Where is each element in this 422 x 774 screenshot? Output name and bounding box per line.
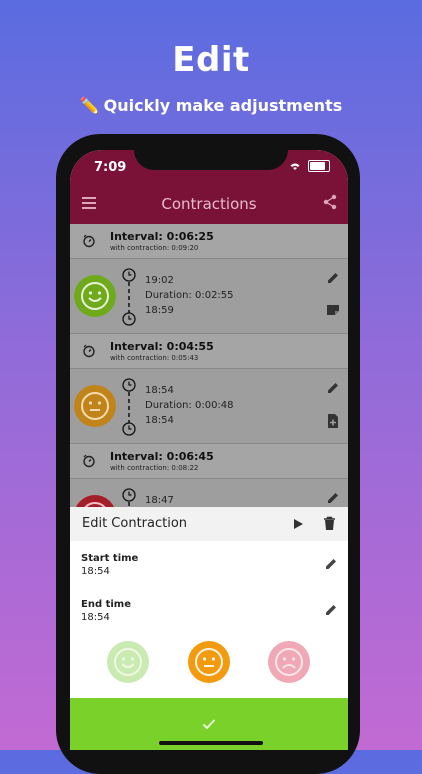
neutral-face-icon [74,385,116,427]
app-title: Contractions [161,195,257,213]
trash-icon[interactable] [323,516,336,531]
mood-selector [70,641,348,687]
checkmark-icon [202,719,216,730]
promo-subline: ✏️ Quickly make adjustments [0,96,422,115]
status-time: 7:09 [94,160,127,175]
interval-row: Interval: 0:06:25 with contraction: 0:09… [70,224,348,259]
edit-icon[interactable] [326,491,340,505]
end-time-field[interactable]: End time 18:54 [70,595,348,637]
add-note-icon[interactable] [326,413,340,429]
end-time-value: 18:54 [81,612,110,623]
happy-mood-button[interactable] [107,641,149,683]
contraction-entry[interactable]: 19:02 Duration: 0:02:55 18:59 [70,259,348,334]
promo-subline-text: Quickly make adjustments [103,96,343,115]
interval-sub: with contraction: 0:08:22 [110,464,199,472]
start-time-label: Start time [81,553,139,564]
interval-sub: with contraction: 0:09:20 [110,244,199,252]
edit-end-time-icon[interactable] [324,603,338,617]
edit-icon[interactable] [326,381,340,395]
timer-icon [83,344,95,358]
start-time-field[interactable]: Start time 18:54 [70,549,348,591]
entry-end: 18:54 [145,415,174,426]
share-icon[interactable] [322,194,338,210]
interval-sub: with contraction: 0:05:43 [110,354,199,362]
entry-start: 19:02 [145,275,174,286]
interval-row: Interval: 0:06:45 with contraction: 0:08… [70,444,348,479]
edit-start-time-icon[interactable] [324,557,338,571]
interval-row: Interval: 0:04:55 with contraction: 0:05… [70,334,348,369]
contraction-entry[interactable]: 18:54 Duration: 0:00:48 18:54 [70,369,348,444]
entry-end: 18:59 [145,305,174,316]
battery-icon [308,160,330,172]
timer-icon [83,234,95,248]
end-time-label: End time [81,599,131,610]
app-bar: Contractions [70,184,348,224]
wifi-icon [290,163,300,170]
timer-icon [83,454,95,468]
sad-mood-button[interactable] [268,641,310,683]
start-time-value: 18:54 [81,566,110,577]
edit-contraction-sheet: Edit Contraction Start time 18:54 End ti… [70,507,348,750]
home-indicator [159,741,263,745]
entry-duration: Duration: 0:00:48 [145,400,234,411]
timeline-icon [122,378,136,436]
edit-icon[interactable] [326,271,340,285]
entry-duration: Duration: 0:02:55 [145,290,234,301]
timeline-icon [122,268,136,326]
pencil-emoji-icon: ✏️ [79,96,100,115]
neutral-mood-button[interactable] [188,641,230,683]
note-icon[interactable] [326,303,340,317]
interval-label: Interval: 0:06:45 [110,450,214,463]
interval-label: Interval: 0:06:25 [110,230,214,243]
entry-start: 18:47 [145,495,174,506]
phone-notch [134,134,288,170]
interval-label: Interval: 0:04:55 [110,340,214,353]
sheet-title: Edit Contraction [82,516,188,531]
phone-screen: 7:09 Contractions Interval: 0:06:25 with… [70,150,348,750]
sheet-header: Edit Contraction [70,507,348,541]
entry-start: 18:54 [145,385,174,396]
happy-face-icon [74,275,116,317]
promo-headline: Edit [172,40,250,80]
play-icon[interactable] [292,518,304,530]
contraction-list: Interval: 0:06:25 with contraction: 0:09… [70,224,348,554]
status-icons [288,160,330,172]
